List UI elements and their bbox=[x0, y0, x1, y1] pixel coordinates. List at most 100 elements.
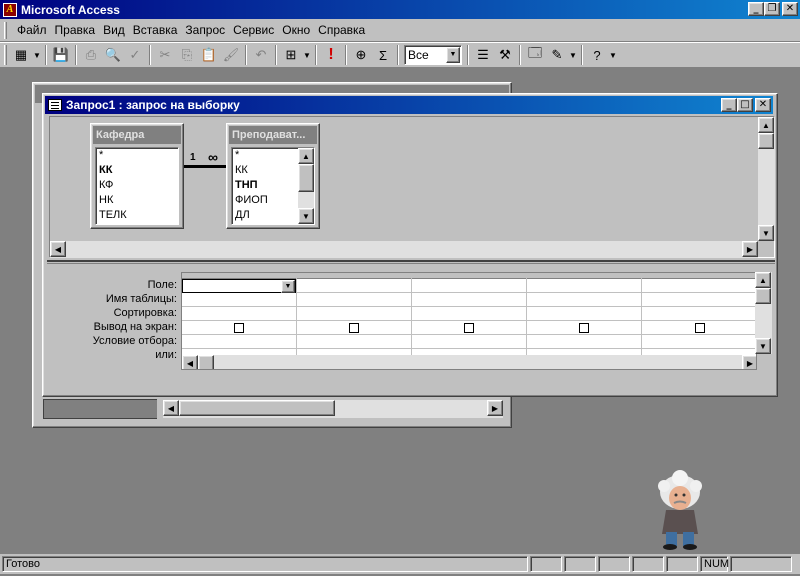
criteria-cell[interactable] bbox=[412, 335, 526, 349]
criteria-cell[interactable] bbox=[642, 335, 756, 349]
field-item[interactable]: НК bbox=[96, 193, 178, 208]
office-assistant-icon[interactable] bbox=[650, 470, 710, 550]
print-preview-icon[interactable]: 🔍 bbox=[102, 44, 124, 66]
cut-icon[interactable]: ✂ bbox=[154, 44, 176, 66]
criteria-cell[interactable] bbox=[297, 335, 411, 349]
table-prepodavatel-title[interactable]: Преподават... bbox=[229, 126, 317, 144]
scroll-right-icon[interactable]: ▶ bbox=[487, 400, 503, 416]
scroll-left-icon[interactable]: ◀ bbox=[163, 400, 179, 416]
save-icon[interactable]: 💾 bbox=[50, 44, 72, 66]
field-item[interactable]: КФ bbox=[96, 178, 178, 193]
totals-icon[interactable]: Σ bbox=[372, 44, 394, 66]
query-maximize-button[interactable]: □ bbox=[737, 98, 753, 112]
field-cell[interactable]: ▼ bbox=[182, 279, 296, 293]
pane-splitter[interactable] bbox=[47, 260, 775, 264]
table-cell[interactable] bbox=[297, 293, 411, 307]
show-checkbox[interactable] bbox=[579, 323, 589, 333]
menu-insert[interactable]: Вставка bbox=[129, 23, 182, 37]
query-type-dropdown-icon[interactable]: ▼ bbox=[302, 44, 312, 66]
grid-hscroll[interactable]: ◀ ▶ bbox=[182, 355, 756, 369]
sort-cell[interactable] bbox=[642, 307, 756, 321]
new-object-dropdown-icon[interactable]: ▼ bbox=[568, 44, 578, 66]
access-key-icon[interactable]: A bbox=[3, 2, 17, 17]
sort-cell[interactable] bbox=[182, 307, 296, 321]
scroll-down-icon[interactable]: ▼ bbox=[758, 225, 774, 241]
table-prepodavatel[interactable]: Преподават... ▲ ▼ * КК ТНП ФИОП ДЛ bbox=[226, 123, 320, 229]
undo-icon[interactable]: ↶ bbox=[250, 44, 272, 66]
table-kafedra-title[interactable]: Кафедра bbox=[93, 126, 181, 144]
app-close-button[interactable]: ✕ bbox=[782, 2, 798, 16]
menu-tools[interactable]: Сервис bbox=[229, 23, 278, 37]
table-fields-vscroll[interactable]: ▲ ▼ bbox=[298, 148, 314, 224]
show-checkbox[interactable] bbox=[695, 323, 705, 333]
table-pane-hscroll[interactable]: ◀ ▶ bbox=[50, 241, 758, 258]
field-item[interactable]: * bbox=[96, 148, 178, 163]
copy-icon[interactable]: ⎘ bbox=[176, 44, 198, 66]
table-kafedra[interactable]: Кафедра * КК КФ НК ТЕЛК bbox=[90, 123, 184, 229]
table-cell[interactable] bbox=[527, 293, 641, 307]
view-dropdown-icon[interactable]: ▼ bbox=[32, 44, 42, 66]
show-checkbox[interactable] bbox=[234, 323, 244, 333]
query-window-titlebar[interactable]: Запрос1 : запрос на выборку _ □ ✕ bbox=[45, 96, 773, 114]
help-dropdown-icon[interactable]: ▼ bbox=[608, 44, 618, 66]
spelling-icon[interactable]: ✓ bbox=[124, 44, 146, 66]
sort-cell[interactable] bbox=[297, 307, 411, 321]
scroll-up-icon[interactable]: ▲ bbox=[758, 117, 774, 133]
query-type-icon[interactable]: ⊞ bbox=[280, 44, 302, 66]
menu-edit[interactable]: Правка bbox=[51, 23, 100, 37]
show-checkbox[interactable] bbox=[349, 323, 359, 333]
scroll-right-icon[interactable]: ▶ bbox=[742, 241, 758, 257]
query-minimize-button[interactable]: _ bbox=[721, 98, 737, 112]
field-cell[interactable] bbox=[642, 279, 756, 293]
query-icon[interactable] bbox=[48, 99, 62, 111]
format-painter-icon[interactable]: 🖌 bbox=[220, 44, 242, 66]
scroll-right-icon[interactable]: ▶ bbox=[742, 355, 756, 369]
table-cell[interactable] bbox=[642, 293, 756, 307]
query-close-button[interactable]: ✕ bbox=[755, 98, 771, 112]
menu-file[interactable]: Файл bbox=[13, 23, 51, 37]
chevron-down-icon[interactable]: ▼ bbox=[281, 280, 295, 293]
sort-cell[interactable] bbox=[412, 307, 526, 321]
run-icon[interactable]: ! bbox=[320, 44, 342, 66]
sort-cell[interactable] bbox=[527, 307, 641, 321]
top-values-combo[interactable]: Все ▼ bbox=[404, 45, 462, 65]
grid-vscroll[interactable]: ▲ ▼ bbox=[755, 272, 772, 354]
database-window-hscroll[interactable]: ◀ ▶ bbox=[163, 400, 503, 418]
criteria-cell[interactable] bbox=[527, 335, 641, 349]
scroll-down-icon[interactable]: ▼ bbox=[298, 208, 314, 224]
scroll-thumb[interactable] bbox=[755, 288, 771, 304]
scroll-thumb[interactable] bbox=[179, 400, 335, 416]
scroll-up-icon[interactable]: ▲ bbox=[298, 148, 314, 164]
menu-window[interactable]: Окно bbox=[278, 23, 314, 37]
view-icon[interactable]: ▦ bbox=[10, 44, 32, 66]
print-icon[interactable]: ⎙ bbox=[80, 44, 102, 66]
table-cell[interactable] bbox=[182, 293, 296, 307]
field-item[interactable]: КК bbox=[96, 163, 178, 178]
field-cell[interactable] bbox=[412, 279, 526, 293]
field-cell[interactable] bbox=[297, 279, 411, 293]
scroll-thumb[interactable] bbox=[758, 133, 774, 149]
scroll-left-icon[interactable]: ◀ bbox=[50, 241, 66, 257]
field-item[interactable]: ТЕЛК bbox=[96, 208, 178, 223]
app-restore-button[interactable]: ❐ bbox=[764, 2, 780, 16]
new-object-icon[interactable]: ✎ bbox=[546, 44, 568, 66]
show-table-icon[interactable]: ⊕ bbox=[350, 44, 372, 66]
properties-icon[interactable]: ☰ bbox=[472, 44, 494, 66]
table-pane-area[interactable]: Кафедра * КК КФ НК ТЕЛК 1 ∞ Преподават..… bbox=[50, 117, 758, 241]
criteria-cell[interactable] bbox=[182, 335, 296, 349]
field-cell[interactable] bbox=[527, 279, 641, 293]
menu-help[interactable]: Справка bbox=[314, 23, 369, 37]
scroll-up-icon[interactable]: ▲ bbox=[755, 272, 771, 288]
table-pane-vscroll[interactable]: ▲ ▼ bbox=[758, 117, 775, 241]
paste-icon[interactable]: 📋 bbox=[198, 44, 220, 66]
show-checkbox[interactable] bbox=[464, 323, 474, 333]
help-icon[interactable]: ? bbox=[586, 44, 608, 66]
menu-query[interactable]: Запрос bbox=[181, 23, 229, 37]
database-window-icon[interactable]: 🗔 bbox=[524, 44, 546, 66]
app-minimize-button[interactable]: _ bbox=[748, 2, 764, 16]
build-icon[interactable]: ⚒ bbox=[494, 44, 516, 66]
scroll-left-icon[interactable]: ◀ bbox=[182, 355, 198, 369]
scroll-down-icon[interactable]: ▼ bbox=[755, 338, 771, 354]
scroll-thumb[interactable] bbox=[198, 355, 214, 369]
menu-view[interactable]: Вид bbox=[99, 23, 129, 37]
